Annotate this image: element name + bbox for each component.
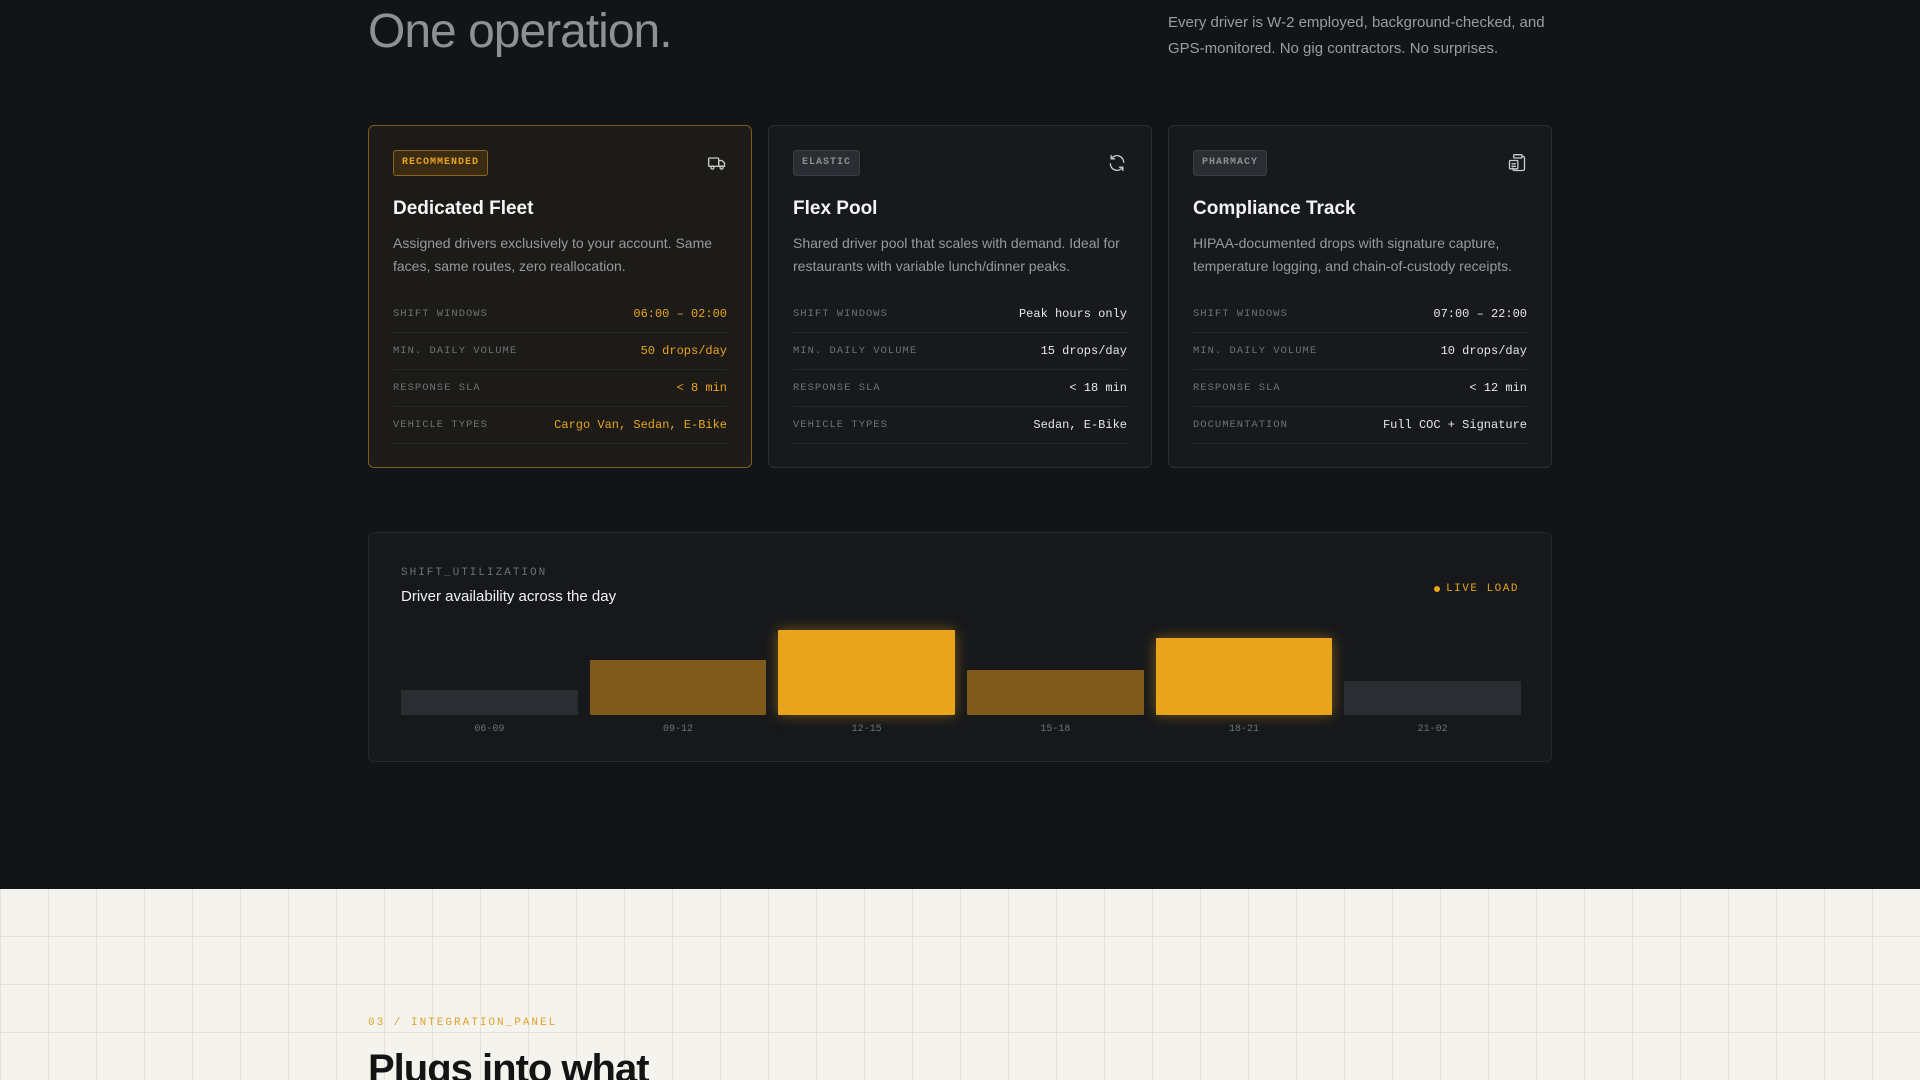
live-load-indicator: LIVE LOAD (1434, 583, 1519, 595)
plan-description: HIPAA-documented drops with signature ca… (1193, 235, 1513, 274)
spec-row: RESPONSE SLA < 18 min (793, 370, 1127, 407)
spec-row: RESPONSE SLA < 12 min (1193, 370, 1527, 407)
shift-utilization-panel: SHIFT_UTILIZATION Driver availability ac… (368, 532, 1552, 762)
spec-key: VEHICLE TYPES (793, 419, 888, 431)
bar-12-15 (778, 630, 955, 715)
spec-value: 07:00 – 22:00 (1433, 307, 1527, 321)
live-load-label: LIVE LOAD (1446, 583, 1519, 595)
spec-value: Cargo Van, Sedan, E-Bike (554, 418, 727, 432)
spec-row: MIN. DAILY VOLUME 10 drops/day (1193, 333, 1527, 370)
bar-column: 12-15 (778, 615, 955, 735)
truck-icon (708, 157, 726, 170)
plan-title: Dedicated Fleet (393, 198, 534, 219)
spec-list: SHIFT WINDOWS 06:00 – 02:00 MIN. DAILY V… (393, 296, 727, 444)
bar-21-02 (1344, 681, 1521, 715)
plan-description: Assigned drivers exclusively to your acc… (393, 235, 713, 274)
plan-card-dedicated-fleet[interactable]: RECOMMENDED Dedicated Fleet Assigned dri… (368, 125, 752, 468)
spec-value: Sedan, E-Bike (1033, 418, 1127, 432)
spec-row: MIN. DAILY VOLUME 50 drops/day (393, 333, 727, 370)
bar-tick-label: 12-15 (851, 724, 882, 735)
bar-column: 15-18 (967, 615, 1144, 735)
spec-row: SHIFT WINDOWS 06:00 – 02:00 (393, 296, 727, 333)
plan-title: Flex Pool (793, 198, 878, 219)
card-header: RECOMMENDED (393, 150, 727, 176)
section-kicker: 03 / INTEGRATION_PANEL (368, 1017, 558, 1029)
plan-badge: ELASTIC (793, 150, 861, 176)
spec-key: MIN. DAILY VOLUME (1193, 345, 1318, 357)
spec-value: 50 drops/day (640, 344, 727, 358)
spec-value: Peak hours only (1018, 307, 1127, 321)
card-header: PHARMACY (1193, 150, 1527, 176)
integration-section: 03 / INTEGRATION_PANEL Plugs into what (0, 889, 1920, 1080)
plan-badge: RECOMMENDED (393, 150, 489, 176)
section-title: Plugs into what (368, 1047, 650, 1080)
spec-key: RESPONSE SLA (1193, 382, 1281, 394)
spec-row: SHIFT WINDOWS Peak hours only (793, 296, 1127, 333)
bar-18-21 (1155, 638, 1333, 715)
bar-06-09 (401, 690, 578, 715)
spec-value: Full COC + Signature (1382, 418, 1527, 432)
spec-row: MIN. DAILY VOLUME 15 drops/day (793, 333, 1127, 370)
bar-15-18 (967, 670, 1144, 715)
plan-badge: PHARMACY (1193, 150, 1268, 176)
plan-title: Compliance Track (1193, 198, 1356, 219)
spec-list: SHIFT WINDOWS 07:00 – 22:00 MIN. DAILY V… (1193, 296, 1527, 444)
spec-list: SHIFT WINDOWS Peak hours only MIN. DAILY… (793, 296, 1127, 444)
spec-value: < 8 min (676, 381, 727, 395)
spec-key: RESPONSE SLA (393, 382, 481, 394)
plan-cards: RECOMMENDED Dedicated Fleet Assigned dri… (368, 125, 1552, 468)
bar-column: 06-09 (401, 615, 578, 735)
spec-row: VEHICLE TYPES Cargo Van, Sedan, E-Bike (393, 407, 727, 444)
bar-tick-label: 15-18 (1040, 724, 1071, 735)
section-headline: One operation. (368, 5, 673, 58)
spec-value: 10 drops/day (1440, 344, 1527, 358)
bar-tick-label: 09-12 (662, 724, 693, 735)
bar-column: 09-12 (589, 615, 767, 735)
spec-row: RESPONSE SLA < 8 min (393, 370, 727, 407)
refresh-icon (1109, 154, 1125, 172)
spec-value: 15 drops/day (1040, 344, 1127, 358)
spec-key: MIN. DAILY VOLUME (393, 345, 518, 357)
spec-value: < 18 min (1069, 381, 1127, 395)
plan-card-compliance-track[interactable]: PHARMACY Compliance Track HIPAA-document… (1168, 125, 1552, 468)
spec-key: DOCUMENTATION (1193, 419, 1288, 431)
spec-row: VEHICLE TYPES Sedan, E-Bike (793, 407, 1127, 444)
spec-row: SHIFT WINDOWS 07:00 – 22:00 (1193, 296, 1527, 333)
spec-key: SHIFT WINDOWS (793, 308, 888, 320)
bar-tick-label: 06-09 (474, 724, 505, 735)
bar-tick-label: 18-21 (1228, 724, 1259, 735)
spec-key: SHIFT WINDOWS (393, 308, 488, 320)
live-dot-icon (1434, 586, 1441, 592)
plan-card-flex-pool[interactable]: ELASTIC Flex Pool Shared driver pool tha… (768, 125, 1152, 468)
bar-column: 21-02 (1344, 615, 1521, 735)
spec-value: < 12 min (1469, 381, 1527, 395)
card-header: ELASTIC (793, 150, 1127, 176)
spec-value: 06:00 – 02:00 (633, 307, 727, 321)
spec-row: DOCUMENTATION Full COC + Signature (1193, 407, 1527, 444)
bar-09-12 (589, 660, 767, 715)
spec-key: RESPONSE SLA (793, 382, 881, 394)
plan-description: Shared driver pool that scales with dema… (793, 235, 1120, 274)
spec-key: VEHICLE TYPES (393, 419, 488, 431)
spec-key: MIN. DAILY VOLUME (793, 345, 918, 357)
panel-title: Driver availability across the day (401, 588, 617, 605)
panel-kicker: SHIFT_UTILIZATION (401, 567, 548, 579)
spec-key: SHIFT WINDOWS (1193, 308, 1288, 320)
section-intro: Every driver is W-2 employed, background… (1168, 14, 1545, 57)
utilization-bar-chart: 06-09 09-12 12-15 15-18 18-21 21-02 (401, 615, 1521, 735)
bar-tick-label: 21-02 (1417, 724, 1448, 735)
bar-column: 18-21 (1155, 615, 1333, 735)
clipboard-icon (1508, 154, 1526, 172)
